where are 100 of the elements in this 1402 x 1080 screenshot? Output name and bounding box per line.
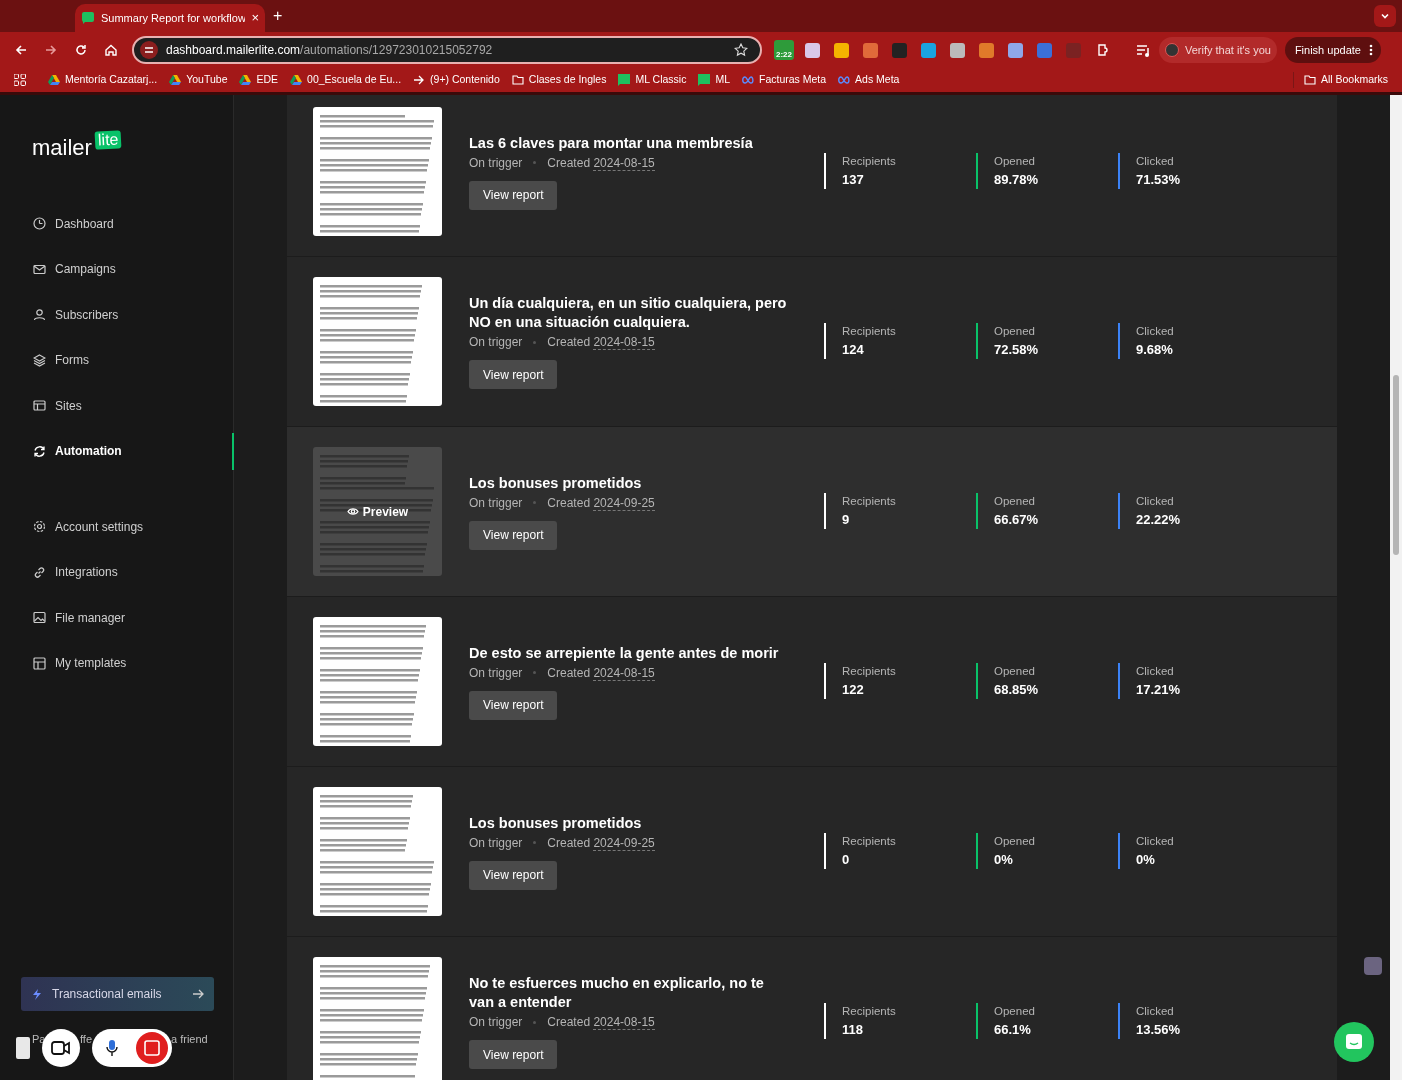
extension-icon[interactable]	[805, 42, 820, 58]
email-thumbnail[interactable]: Preview	[313, 447, 442, 576]
bookmark[interactable]: (9+) Contenido	[413, 72, 500, 88]
home-icon[interactable]	[104, 43, 118, 57]
stat-label: Opened	[994, 154, 1036, 170]
update-button[interactable]: Finish update	[1284, 37, 1381, 63]
view-report-button[interactable]: View report	[469, 1040, 558, 1069]
new-tab-button[interactable]: +	[273, 4, 283, 28]
extension-icon[interactable]	[921, 42, 936, 58]
sidebar-item[interactable]: Account settings	[0, 504, 233, 550]
stat-value: 66.67%	[994, 511, 1039, 530]
sidebar-item[interactable]: Automation	[0, 428, 233, 474]
created-date: Created 2024-09-25	[547, 494, 655, 512]
tab-list-button[interactable]	[1374, 5, 1396, 27]
sidebar-item[interactable]: Subscribers	[0, 292, 233, 338]
sidebar-item[interactable]: File manager	[0, 595, 233, 641]
chat-icon	[698, 74, 711, 86]
preview-button[interactable]: Preview	[346, 502, 409, 521]
view-report-button[interactable]: View report	[469, 360, 558, 389]
email-thumbnail[interactable]	[313, 957, 442, 1080]
bookmark[interactable]: Facturas Meta	[742, 72, 827, 88]
email-thumbnail[interactable]	[313, 617, 442, 746]
bookmark[interactable]: Mentoría Cazatarj...	[48, 72, 158, 88]
extension-icon[interactable]	[950, 42, 965, 58]
bookmark[interactable]: Clases de Ingles	[511, 72, 607, 88]
tab-title: Summary Report for workflow	[101, 10, 246, 26]
chat-icon	[1345, 1033, 1363, 1051]
stat-label: Clicked	[1136, 494, 1175, 510]
stat-label: Recipients	[842, 664, 896, 680]
view-report-button[interactable]: View report	[469, 690, 558, 720]
sidebar-item[interactable]: My templates	[0, 640, 233, 686]
person-icon	[33, 308, 46, 322]
stat-value: 137	[842, 171, 865, 190]
email-thumbnail[interactable]	[313, 277, 442, 406]
email-thumbnail[interactable]	[313, 787, 442, 916]
drive-icon	[239, 74, 252, 86]
bookmark[interactable]: Ads Meta	[838, 72, 900, 88]
bookmark[interactable]: ML Classic	[618, 72, 687, 88]
chat-button[interactable]	[1334, 1022, 1374, 1062]
microphone-icon	[106, 1039, 118, 1057]
email-title: Las 6 claves para montar una membresía	[469, 133, 754, 153]
email-thumbnail[interactable]	[313, 107, 442, 236]
extension-icon[interactable]	[979, 42, 994, 58]
all-bookmarks-button[interactable]: All Bookmarks	[1292, 72, 1388, 88]
browser-tab[interactable]: Summary Report for workflow ×	[75, 4, 265, 32]
drag-handle[interactable]	[16, 1037, 30, 1059]
sidebar-item[interactable]: Sites	[0, 383, 233, 429]
sidebar-item[interactable]: Dashboard	[0, 201, 233, 247]
clock-icon	[33, 217, 46, 231]
extension-icon[interactable]	[1364, 957, 1382, 975]
reload-icon[interactable]	[74, 43, 88, 57]
close-icon[interactable]: ×	[251, 8, 259, 28]
arrow-right-icon	[192, 988, 204, 1000]
extension-icon[interactable]	[1008, 42, 1023, 58]
camera-icon	[51, 1041, 71, 1055]
site-settings-icon[interactable]	[140, 41, 158, 59]
sidebar-item[interactable]: Forms	[0, 337, 233, 383]
stat-value: 9.68%	[1136, 341, 1174, 360]
stat-value: 122	[842, 681, 865, 700]
referral-text: ffe	[80, 1032, 93, 1047]
scrollbar[interactable]	[1390, 95, 1402, 1080]
apps-icon[interactable]	[14, 74, 26, 86]
forward-icon[interactable]	[44, 43, 58, 57]
profile-button[interactable]: Verify that it's you	[1159, 37, 1277, 63]
stat-value: 0	[842, 851, 851, 870]
address-bar[interactable]: dashboard.mailerlite.com/automations/129723010215052792	[132, 36, 762, 64]
stat-value: 71.53%	[1136, 171, 1181, 190]
stop-button[interactable]	[136, 1032, 168, 1064]
sidebar-item[interactable]: Integrations	[0, 549, 233, 595]
referral-text: a friend	[171, 1032, 208, 1047]
media-icon[interactable]	[1136, 42, 1151, 58]
more-icon[interactable]	[1368, 44, 1373, 56]
extension-icon[interactable]	[863, 42, 878, 58]
stat-value: 118	[842, 1021, 864, 1040]
infinity-icon	[742, 74, 754, 86]
bookmark[interactable]: YouTube	[169, 72, 228, 88]
puzzle-icon[interactable]	[1096, 42, 1110, 58]
drive-icon	[290, 74, 303, 86]
calendar-icon[interactable]: 2:22	[774, 40, 794, 60]
extension-icon[interactable]	[834, 42, 849, 58]
extension-icon[interactable]	[892, 42, 907, 58]
view-report-button[interactable]: View report	[469, 520, 558, 550]
bookmark[interactable]: ML	[698, 72, 730, 88]
back-icon[interactable]	[14, 43, 28, 57]
view-report-button[interactable]: View report	[469, 180, 558, 210]
bookmark[interactable]: 00_Escuela de Eu...	[290, 72, 402, 88]
view-report-button[interactable]: View report	[469, 860, 558, 890]
mail-icon	[33, 262, 46, 276]
bookmark[interactable]: EDE	[239, 72, 279, 88]
folder-icon	[1303, 74, 1316, 86]
transactional-emails-button[interactable]: Transactional emails	[21, 977, 214, 1011]
bolt-icon	[31, 987, 43, 1001]
stop-icon	[144, 1040, 160, 1056]
star-icon[interactable]	[734, 43, 748, 57]
stat-label: Recipients	[842, 494, 896, 510]
sidebar-item[interactable]: Campaigns	[0, 246, 233, 292]
stat-label: Clicked	[1136, 664, 1175, 680]
created-date: Created 2024-08-15	[547, 1014, 655, 1031]
stat-label: Clicked	[1136, 154, 1175, 170]
logo-badge: lite	[94, 130, 122, 150]
